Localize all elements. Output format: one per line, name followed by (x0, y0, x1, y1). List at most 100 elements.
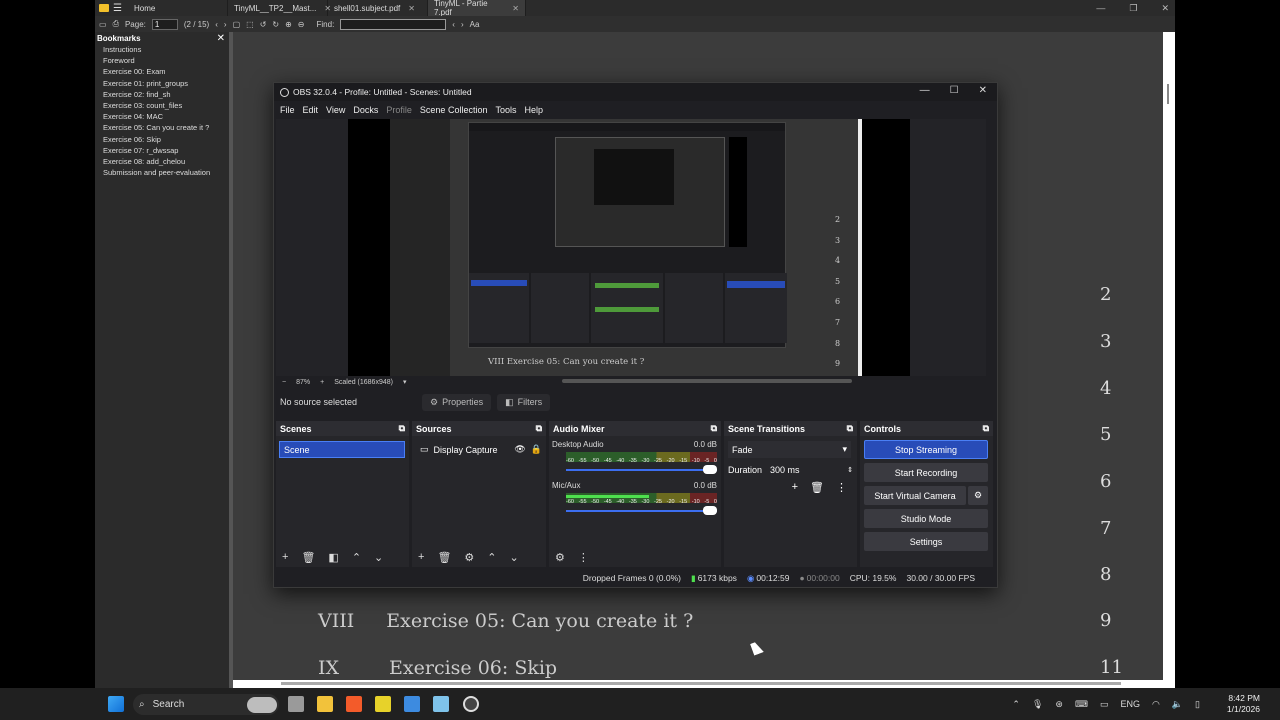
add-icon[interactable]: + (418, 551, 424, 563)
scroll-thumb[interactable] (281, 682, 1121, 685)
menu-docks[interactable]: Docks (353, 105, 378, 115)
close-tab-icon[interactable]: ✕ (408, 4, 415, 13)
stop-streaming-button[interactable]: Stop Streaming (864, 440, 988, 459)
trash-icon[interactable]: 🗑 (301, 551, 315, 564)
filter-icon[interactable]: ◧ (328, 551, 338, 564)
page-input[interactable]: 1 (151, 18, 178, 30)
bookmark-item[interactable]: Exercise 00: Exam (95, 66, 229, 77)
zoom-out-icon[interactable]: ⊖ (298, 20, 305, 29)
move-down-icon[interactable]: ⌄ (510, 551, 519, 564)
minimize-icon[interactable]: — (920, 85, 930, 96)
volume-slider[interactable] (566, 506, 717, 516)
menu-icon[interactable]: ☰ (113, 3, 122, 14)
find-prev-icon[interactable]: ‹ (452, 20, 455, 29)
trash-icon[interactable]: 🗑 (437, 551, 451, 564)
dock-undock-icon[interactable]: ⧉ (399, 423, 405, 434)
preview-scrollbar[interactable] (562, 379, 852, 383)
match-case-icon[interactable]: Aa (470, 20, 480, 29)
open-icon[interactable]: ▭ (99, 20, 107, 29)
maximize-icon[interactable]: ☐ (950, 85, 959, 96)
menu-help[interactable]: Help (524, 105, 543, 115)
menu-tools[interactable]: Tools (495, 105, 516, 115)
virtual-camera-settings-icon[interactable]: ⚙ (968, 486, 988, 505)
chevron-down-icon[interactable]: ▾ (403, 378, 407, 386)
studio-mode-button[interactable]: Studio Mode (864, 509, 988, 528)
print-icon[interactable]: ⎙ (113, 19, 119, 29)
scroll-thumb[interactable] (1167, 84, 1169, 104)
toc-line[interactable]: IX Exercise 06: Skip (318, 657, 557, 679)
advanced-audio-icon[interactable]: ⚙ (555, 551, 565, 564)
move-down-icon[interactable]: ⌄ (374, 551, 383, 564)
slider-knob[interactable] (703, 506, 717, 515)
menu-edit[interactable]: Edit (303, 105, 319, 115)
volume-slider[interactable] (566, 465, 717, 475)
start-recording-button[interactable]: Start Recording (864, 463, 988, 482)
more-icon[interactable]: ⋮ (836, 481, 847, 494)
keyboard-icon[interactable]: ⌨ (1075, 699, 1088, 710)
lock-icon[interactable]: 🔒 (531, 444, 542, 455)
properties-button[interactable]: ⚙ Properties (422, 393, 492, 411)
move-up-icon[interactable]: ⌃ (487, 551, 496, 564)
bookmark-item[interactable]: Foreword (95, 55, 229, 66)
zoom-out-icon[interactable]: − (282, 379, 286, 386)
search-box[interactable]: ⌕ Search (133, 694, 279, 715)
prev-page-icon[interactable]: ‹ (215, 20, 218, 29)
scale-mode[interactable]: Scaled (1686x948) (334, 379, 393, 386)
dock-undock-icon[interactable]: ⧉ (536, 423, 542, 434)
dock-undock-icon[interactable]: ⧉ (983, 423, 989, 434)
bookmark-item[interactable]: Exercise 05: Can you create it ? (95, 122, 229, 133)
maximize-icon[interactable]: ❐ (1129, 3, 1137, 14)
bookmark-item[interactable]: Exercise 08: add_chelou (95, 156, 229, 167)
bookmark-item[interactable]: Exercise 03: count_files (95, 100, 229, 111)
zoom-in-icon[interactable]: ⊕ (285, 20, 292, 29)
preview-canvas[interactable]: VIII Exercise 05: Can you create it ? 2 3… (276, 119, 986, 376)
filters-button[interactable]: ◧ Filters (497, 393, 551, 411)
fit-page-icon[interactable]: ▢ (233, 20, 241, 29)
duration-input[interactable]: 300 ms (770, 465, 839, 475)
bookmark-item[interactable]: Exercise 06: Skip (95, 134, 229, 145)
chevron-up-icon[interactable]: ⌃ (1012, 699, 1020, 710)
settings-button[interactable]: Settings (864, 532, 988, 551)
battery-icon[interactable]: ▯ (1195, 699, 1200, 710)
close-tab-icon[interactable]: ✕ (512, 4, 519, 13)
task-view-icon[interactable] (288, 696, 304, 712)
tab-shell01[interactable]: shell01.subject.pdf ✕ (328, 0, 428, 16)
start-icon[interactable] (108, 696, 124, 712)
minimize-icon[interactable]: — (1096, 3, 1105, 13)
trash-icon[interactable]: 🗑 (810, 481, 824, 494)
menu-view[interactable]: View (326, 105, 345, 115)
bookmark-item[interactable]: Exercise 01: print_groups (95, 78, 229, 89)
bookmark-item[interactable]: Instructions (95, 44, 229, 55)
source-item[interactable]: ▭ Display Capture 👁 🔒 (416, 441, 542, 458)
add-icon[interactable]: + (282, 551, 288, 563)
zoom-in-icon[interactable]: + (320, 379, 324, 386)
stepper-icon[interactable]: ⇕ (847, 466, 853, 474)
tab-home[interactable]: Home (128, 0, 228, 16)
file-explorer-icon[interactable] (317, 696, 333, 712)
more-icon[interactable]: ⋮ (578, 551, 589, 564)
display-icon[interactable]: ▭ (1100, 699, 1109, 710)
menu-scene-collection[interactable]: Scene Collection (420, 105, 488, 115)
horizontal-scrollbar[interactable] (233, 680, 1175, 688)
dock-undock-icon[interactable]: ⧉ (711, 423, 717, 434)
bookmark-item[interactable]: Exercise 02: find_sh (95, 89, 229, 100)
tab-tinyml-partie7[interactable]: TinyML - Partie 7.pdf ✕ (427, 0, 526, 17)
photos-icon[interactable] (404, 696, 420, 712)
notepad-icon[interactable] (433, 696, 449, 712)
transition-select[interactable]: Fade ▾ (728, 441, 851, 458)
clock[interactable]: 8:42 PM 1/1/2026 (1227, 693, 1260, 715)
start-virtual-camera-button[interactable]: Start Virtual Camera (864, 486, 966, 505)
bookmark-item[interactable]: Exercise 04: MAC (95, 111, 229, 122)
rotate-left-icon[interactable]: ↺ (260, 20, 267, 29)
brave-browser-icon[interactable] (346, 696, 362, 712)
rotate-right-icon[interactable]: ↻ (272, 20, 279, 29)
menu-file[interactable]: File (280, 105, 295, 115)
wifi-icon[interactable]: ◠ (1152, 699, 1160, 710)
language-indicator[interactable]: ENG (1120, 699, 1140, 709)
gear-icon[interactable]: ⚙ (464, 551, 474, 564)
obs-icon[interactable] (463, 696, 479, 712)
sumatra-pdf-icon[interactable] (375, 696, 391, 712)
add-icon[interactable]: + (792, 481, 798, 494)
move-up-icon[interactable]: ⌃ (352, 551, 361, 564)
fit-width-icon[interactable]: ⬚ (246, 20, 254, 29)
